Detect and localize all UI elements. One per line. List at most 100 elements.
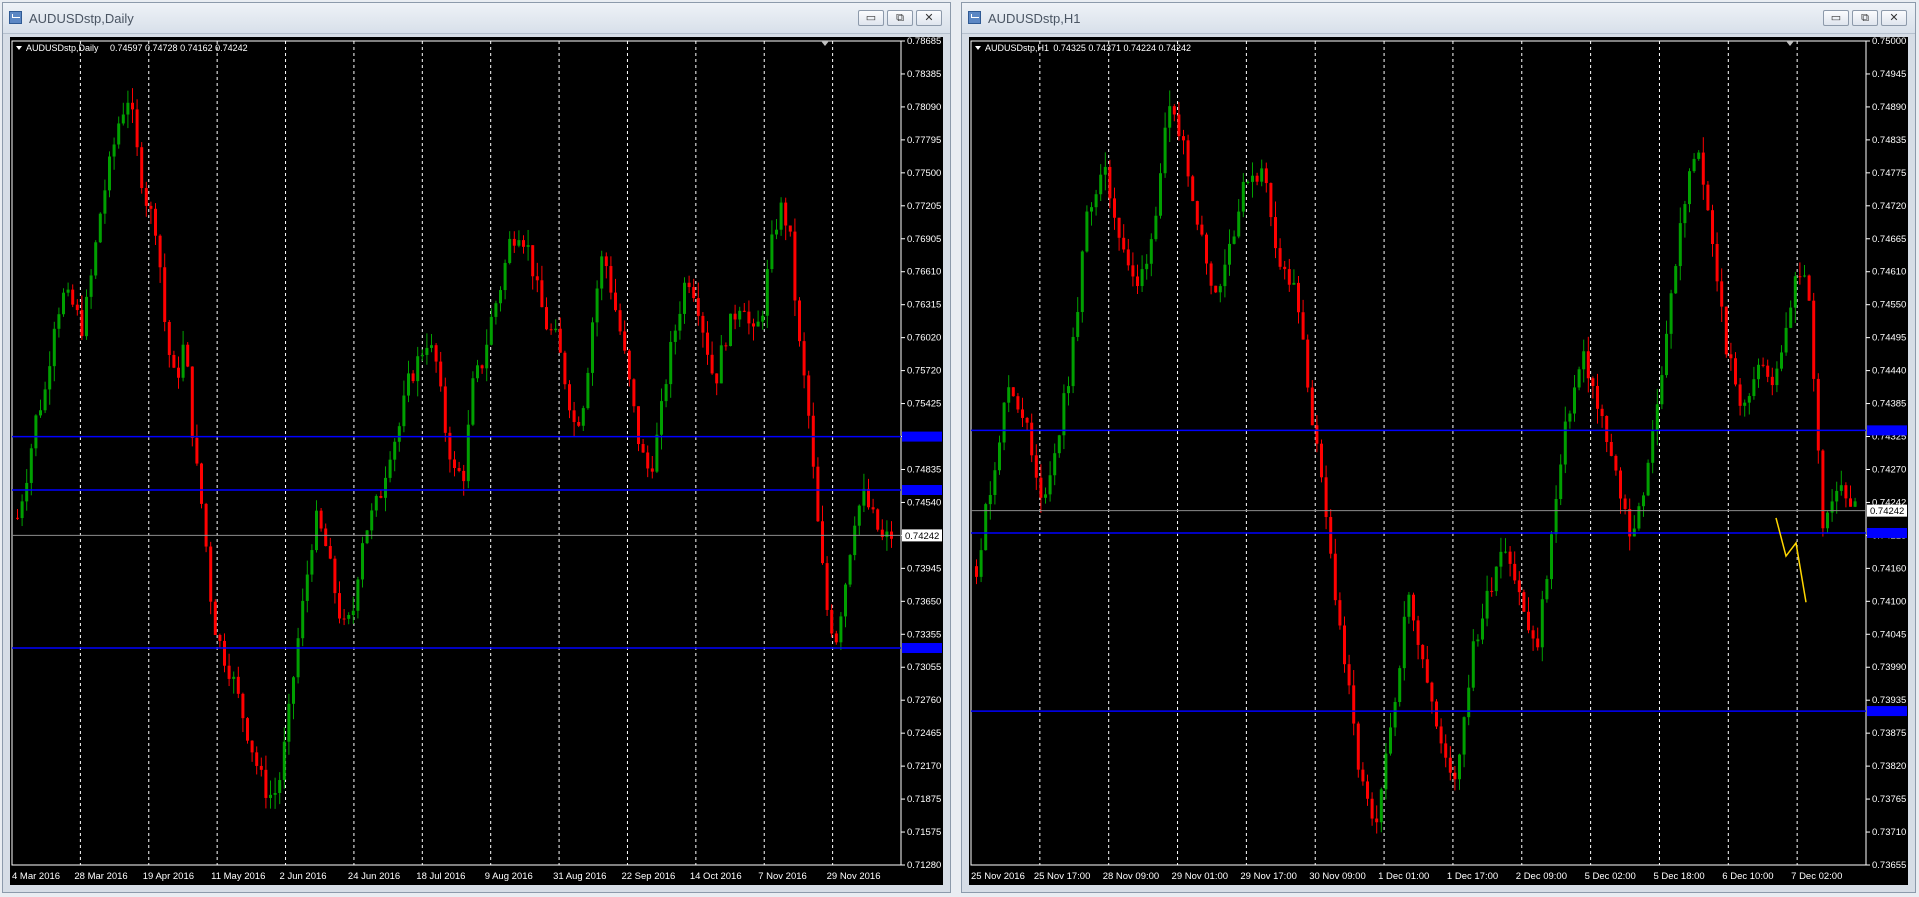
candle-bull	[993, 470, 997, 495]
window-titlebar-daily[interactable]: AUDUSDstp,Daily ▭ ⧉ ✕	[3, 3, 950, 34]
price-chart-daily[interactable]: 4 Mar 2016 28 Mar 2016 19 Apr 2016 11 May 2…	[10, 37, 943, 885]
chart-window-icon	[9, 11, 22, 24]
candle-bull	[1683, 204, 1687, 224]
candle-bull	[591, 322, 594, 373]
candle-bear	[1315, 425, 1319, 444]
price-axis-label: 0.72465	[907, 728, 941, 739]
candle-bull	[1655, 404, 1659, 431]
candle-bull	[1260, 168, 1264, 182]
candle-bull	[29, 448, 33, 483]
candle-bear	[227, 665, 231, 679]
candle-bear	[1306, 339, 1310, 388]
candle-bear	[784, 202, 788, 226]
candle-bear	[177, 367, 180, 378]
price-chart-h1[interactable]: 25 Nov 2016 25 Nov 17:00 28 Nov 09:00 29 No…	[969, 37, 1908, 885]
candle-bear	[572, 410, 576, 422]
candle-bull	[862, 488, 866, 506]
candle-bull	[1076, 312, 1080, 337]
price-axis-label: 0.73945	[907, 563, 941, 574]
candle-bear	[568, 384, 571, 411]
candle-bear	[1734, 358, 1737, 385]
price-axis-label: 0.76020	[907, 333, 941, 344]
candle-bull	[595, 288, 599, 323]
candle-bear	[793, 231, 797, 301]
candle-bull	[305, 574, 309, 601]
candle-bull	[62, 292, 65, 315]
candle-bear	[1113, 198, 1116, 218]
candle-bear	[209, 546, 213, 602]
price-axis-label: 0.78090	[907, 102, 941, 113]
chart-canvas-h1[interactable]: 25 Nov 2016 25 Nov 17:00 28 Nov 09:00 29 No…	[969, 37, 1910, 887]
candle-bear	[246, 718, 249, 741]
candle-bull	[1057, 435, 1061, 454]
chart-canvas-daily[interactable]: 4 Mar 2016 28 Mar 2016 19 Apr 2016 11 May 2…	[10, 37, 945, 887]
chart-window-h1[interactable]: AUDUSDstp,H1 ▭ ⧉ ✕ 25 Nov 2016 25 Nov 17:…	[961, 2, 1916, 893]
price-axis-label: 0.71280	[907, 860, 941, 871]
candle-bull	[669, 341, 673, 385]
candle-bull	[1071, 336, 1075, 387]
candle-bull	[1402, 616, 1406, 669]
candle-bull	[310, 550, 314, 575]
level-price-marker	[1867, 425, 1907, 436]
candle-bear	[1287, 269, 1291, 285]
candle-bear	[1025, 417, 1029, 423]
candle-bull	[1665, 333, 1668, 376]
candle-bull	[1223, 264, 1227, 287]
candle-bear	[1807, 275, 1811, 301]
time-axis-label: 1 Dec 01:00	[1378, 871, 1429, 882]
candle-bear	[1297, 282, 1300, 313]
candle-bear	[71, 289, 75, 305]
candle-bear	[1761, 364, 1765, 366]
candle-bear	[710, 354, 714, 374]
candle-bull	[374, 495, 378, 511]
candle-bear	[876, 509, 880, 530]
minimize-button[interactable]: ▭	[1823, 10, 1849, 26]
time-axis-label: 5 Dec 18:00	[1653, 871, 1704, 882]
price-axis-label: 0.73990	[1872, 662, 1906, 673]
time-axis-label: 28 Nov 09:00	[1103, 871, 1160, 882]
candle-bull	[1462, 717, 1466, 755]
candle-bear	[1412, 594, 1415, 621]
candle-bear	[535, 276, 539, 281]
chart-info-symbol: AUDUSDstp,H1	[985, 43, 1049, 53]
candle-bear	[522, 240, 525, 247]
candle-bull	[1494, 566, 1498, 592]
candle-bull	[296, 638, 300, 678]
price-axis-label: 0.74540	[907, 497, 941, 508]
candle-bull	[848, 555, 852, 585]
candle-bear	[798, 300, 801, 342]
candle-bear	[733, 313, 737, 320]
plot-frame	[11, 40, 902, 866]
candle-bull	[1678, 223, 1682, 267]
restore-button[interactable]: ⧉	[887, 10, 913, 26]
restore-button[interactable]: ⧉	[1852, 10, 1878, 26]
candle-bear	[135, 109, 139, 148]
close-button[interactable]: ✕	[1881, 10, 1907, 26]
close-button[interactable]: ✕	[916, 10, 942, 26]
price-axis-label: 0.74385	[1872, 399, 1906, 410]
candle-bear	[1205, 234, 1208, 264]
candle-bull	[1577, 369, 1581, 388]
candle-bear	[1264, 168, 1268, 184]
candle-bull	[1149, 239, 1153, 264]
time-axis-label: 25 Nov 2016	[971, 871, 1025, 882]
candle-bear	[324, 528, 328, 547]
candle-bull	[278, 780, 282, 793]
level-price-marker	[1867, 706, 1907, 717]
time-axis-label: 4 Mar 2016	[12, 871, 60, 882]
candle-bull	[673, 330, 677, 342]
candle-bear	[724, 345, 728, 347]
candle-bear	[880, 529, 884, 538]
candle-bull	[1775, 368, 1779, 386]
candle-bear	[131, 102, 134, 110]
candle-bull	[1467, 687, 1471, 718]
candle-bull	[425, 347, 429, 355]
chart-window-daily[interactable]: AUDUSDstp,Daily ▭ ⧉ ✕ 4 Mar 2016 28 Mar 2…	[2, 2, 951, 893]
window-titlebar-h1[interactable]: AUDUSDstp,H1 ▭ ⧉ ✕	[962, 3, 1915, 34]
minimize-button[interactable]: ▭	[858, 10, 884, 26]
candle-bull	[1384, 753, 1388, 790]
candle-bull	[756, 321, 760, 327]
candle-bear	[1034, 455, 1038, 478]
candle-bull	[1241, 181, 1245, 212]
candle-bear	[871, 507, 875, 510]
